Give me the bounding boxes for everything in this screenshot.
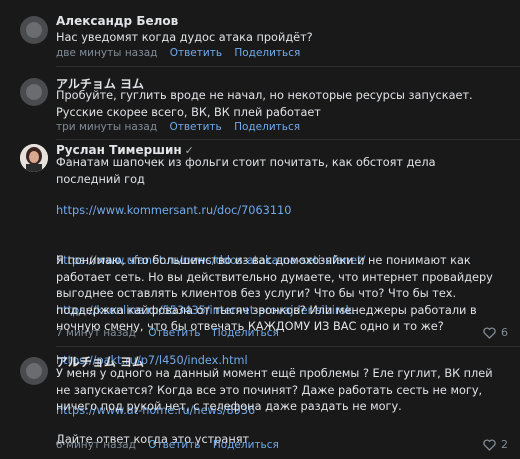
avatar[interactable] [20, 16, 48, 44]
reply-button[interactable]: Ответить [170, 47, 222, 59]
comment-link[interactable]: https://www.kommersant.ru/doc/7063110 [56, 203, 502, 220]
avatar[interactable] [20, 144, 48, 172]
divider [56, 139, 520, 140]
comment-meta: 7 минут назад Ответить Поделиться [56, 327, 279, 339]
share-button[interactable]: Поделиться [234, 47, 300, 59]
comment-meta: 8 минут назад Ответить Поделиться [56, 439, 279, 451]
like-count: 6 [501, 326, 508, 339]
like-count: 2 [501, 438, 508, 451]
comment-text: Пробуйте, гуглить вроде не начал, но нек… [56, 89, 477, 119]
avatar[interactable] [20, 78, 48, 106]
comment-time[interactable]: 8 минут назад [56, 439, 136, 451]
comment-time[interactable]: 7 минут назад [56, 327, 136, 339]
like-button[interactable]: 2 [483, 438, 508, 451]
reply-button[interactable]: Ответить [148, 327, 200, 339]
comment-meta: две минуты назад Ответить Поделиться [56, 47, 300, 59]
heart-icon [483, 326, 496, 339]
avatar-photo-icon [20, 144, 48, 172]
divider [56, 346, 520, 347]
reply-button[interactable]: Ответить [169, 121, 221, 133]
reply-button[interactable]: Ответить [148, 439, 200, 451]
comment-text: Я понимаю, что большинство из вас домохо… [56, 254, 497, 333]
like-button[interactable]: 6 [483, 326, 508, 339]
comment-time[interactable]: две минуты назад [56, 47, 157, 59]
comment-time[interactable]: три минуты назад [56, 121, 157, 133]
share-button[interactable]: Поделиться [234, 121, 300, 133]
comment-author[interactable]: Александр Белов [56, 14, 178, 28]
share-button[interactable]: Поделиться [213, 327, 279, 339]
divider [56, 66, 520, 67]
share-button[interactable]: Поделиться [213, 439, 279, 451]
comment-text: Нас уведомят когда дудос атака пройдёт? [56, 31, 313, 44]
avatar[interactable] [20, 357, 48, 385]
heart-icon [483, 438, 496, 451]
comment-meta: три минуты назад Ответить Поделиться [56, 121, 300, 133]
comment-text: У меня у одного на данный момент ещё про… [56, 367, 493, 446]
comments-feed: Александр Белов Нас уведомят когда дудос… [0, 0, 520, 459]
